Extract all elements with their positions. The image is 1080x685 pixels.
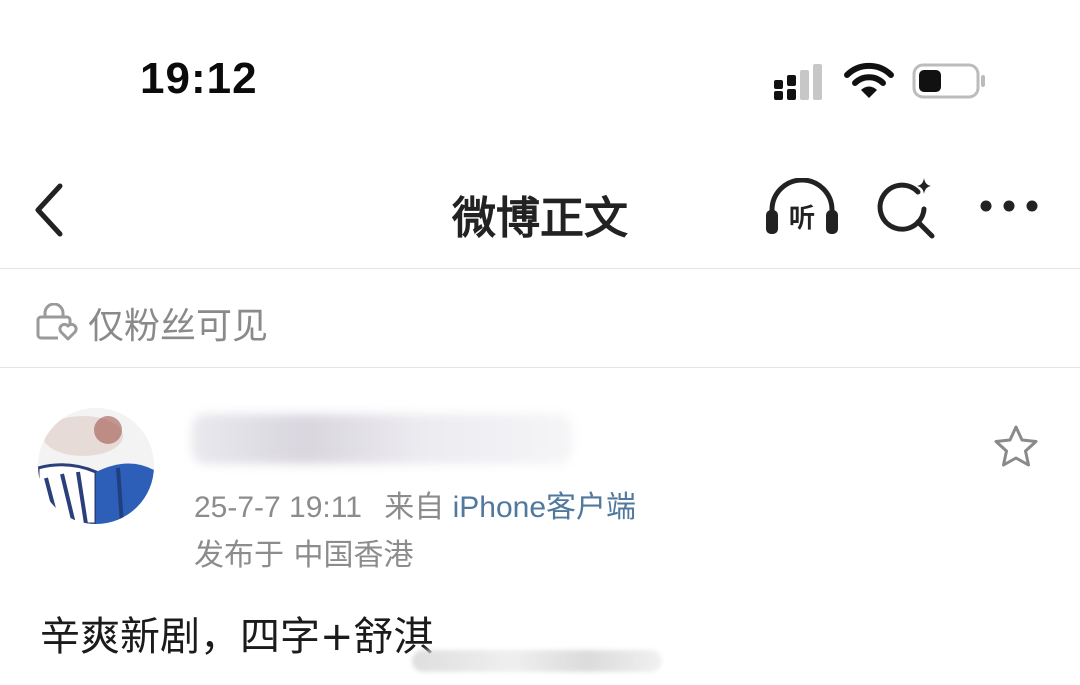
post-date: 25-7-7 19:11 — [194, 491, 362, 524]
blurred-watermark — [412, 650, 662, 672]
post-meta: 25-7-7 19:11 来自 iPhone客户端 — [194, 482, 636, 526]
post-location: 发布于 中国香港 — [194, 538, 414, 573]
wifi-icon — [844, 62, 894, 98]
post-card: 25-7-7 19:11 来自 iPhone客户端 发布于 中国香港 辛爽新剧，… — [0, 368, 1080, 685]
lock-heart-icon — [36, 303, 78, 341]
post-text: 辛爽新剧，四字+舒淇 — [40, 614, 434, 660]
status-icons — [772, 60, 992, 100]
visibility-notice: 仅粉丝可见 — [0, 269, 1080, 367]
listen-label: 听 — [789, 204, 815, 234]
status-time: 19:12 — [140, 54, 258, 103]
author-name[interactable] — [192, 414, 572, 464]
listen-icon[interactable]: 听 — [764, 178, 840, 238]
source-prefix: 来自 — [384, 491, 445, 524]
avatar[interactable] — [38, 408, 154, 524]
search-icon[interactable] — [874, 176, 938, 240]
favorite-star-icon[interactable] — [992, 424, 1040, 470]
visibility-label: 仅粉丝可见 — [88, 306, 269, 347]
status-bar: 19:12 — [0, 0, 1080, 160]
avatar-image — [38, 408, 154, 524]
battery-icon — [912, 63, 985, 99]
signal-icon — [774, 64, 822, 100]
more-icon[interactable] — [978, 196, 1044, 216]
source-link[interactable]: iPhone客户端 — [453, 491, 636, 524]
navigation-bar: 微博正文 听 — [0, 160, 1080, 268]
